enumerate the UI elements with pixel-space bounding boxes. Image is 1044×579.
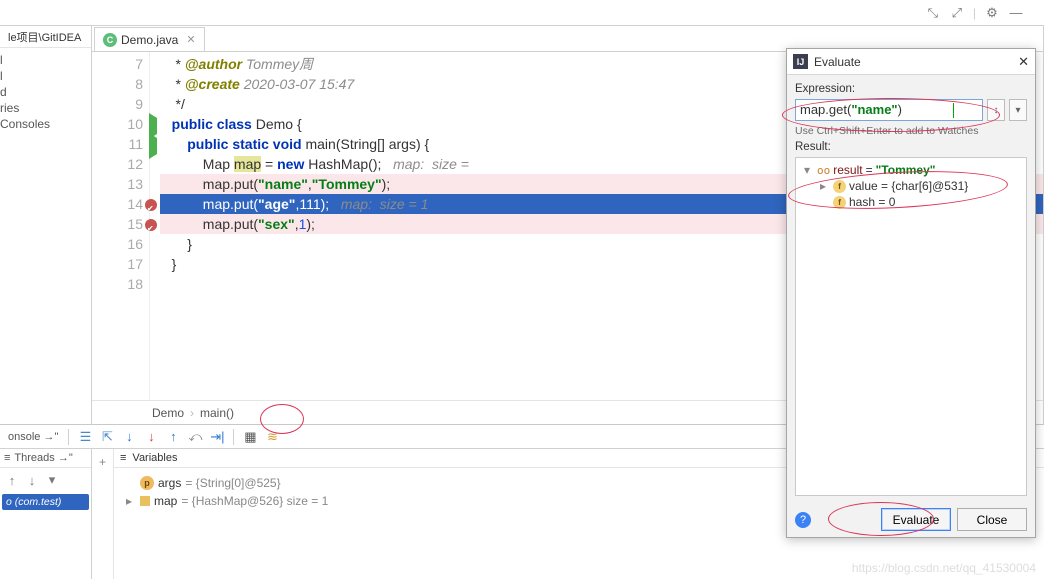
- console-tab[interactable]: onsole →": [0, 431, 66, 443]
- path-bar: le项目\GitIDEA: [0, 26, 91, 48]
- gear-icon[interactable]: ⚙: [984, 5, 1000, 21]
- tree-item[interactable]: Consoles: [0, 116, 89, 132]
- help-icon[interactable]: ?: [795, 512, 811, 528]
- hide-icon[interactable]: —: [1008, 5, 1024, 21]
- close-tab-icon[interactable]: ✕: [186, 33, 195, 46]
- drop-frame-icon[interactable]: ⤺: [187, 429, 203, 445]
- step-out-icon[interactable]: ↑: [165, 429, 181, 445]
- collapse-icon[interactable]: ⤡: [925, 5, 941, 21]
- force-step-into-icon[interactable]: ↓: [143, 429, 159, 445]
- expression-input[interactable]: map.get("name"): [795, 99, 983, 121]
- dialog-title: Evaluate: [814, 55, 1012, 69]
- expression-history-dropdown[interactable]: ▾: [1009, 99, 1027, 121]
- add-watch-button[interactable]: +: [92, 449, 114, 579]
- project-sidebar: le项目\GitIDEA l l d ries Consoles: [0, 26, 92, 424]
- evaluate-expression-icon[interactable]: ▦: [242, 429, 258, 445]
- breadcrumb-class[interactable]: Demo: [152, 406, 184, 420]
- intellij-icon: IJ: [793, 54, 808, 69]
- expression-label: Expression:: [795, 83, 1027, 95]
- layout-icon[interactable]: ☰: [77, 429, 93, 445]
- result-label: Result:: [795, 141, 1027, 153]
- tree-item[interactable]: d: [0, 84, 89, 100]
- result-tree[interactable]: ▾oo result = "Tommey" ▸f value = {char[6…: [795, 157, 1027, 496]
- step-into-icon[interactable]: ↓: [121, 429, 137, 445]
- tree-item[interactable]: l: [0, 68, 89, 84]
- next-frame-icon[interactable]: ↓: [24, 472, 40, 488]
- expression-expand-icon[interactable]: ↕: [987, 99, 1005, 121]
- expression-hint: Use Ctrl+Shift+Enter to add to Watches: [795, 125, 1027, 137]
- top-toolbar: ⤡ ⤢ | ⚙ —: [0, 0, 1044, 26]
- close-button[interactable]: Close: [957, 508, 1027, 531]
- prev-frame-icon[interactable]: ↑: [4, 472, 20, 488]
- run-to-cursor-icon[interactable]: ⇥|: [209, 429, 225, 445]
- step-over-icon[interactable]: ⇱: [99, 429, 115, 445]
- tree-item[interactable]: ries: [0, 100, 89, 116]
- trace-icon[interactable]: ≋: [264, 429, 280, 445]
- evaluate-dialog: IJ Evaluate ✕ Expression: map.get("name"…: [786, 48, 1036, 538]
- filter-frames-icon[interactable]: ▾: [44, 472, 60, 488]
- breadcrumb-method[interactable]: main(): [200, 406, 234, 420]
- tab-demo-java[interactable]: C Demo.java ✕: [94, 27, 205, 51]
- threads-header[interactable]: ≡Threads →": [0, 449, 91, 468]
- project-tree[interactable]: l l d ries Consoles: [0, 48, 91, 424]
- tree-item[interactable]: l: [0, 52, 89, 68]
- evaluate-button[interactable]: Evaluate: [881, 508, 951, 531]
- expand-icon[interactable]: ⤢: [949, 5, 965, 21]
- result-root[interactable]: ▾oo result = "Tommey": [800, 162, 1022, 178]
- close-dialog-icon[interactable]: ✕: [1018, 54, 1029, 70]
- tab-label: Demo.java: [121, 33, 178, 47]
- java-class-icon: C: [103, 33, 117, 47]
- stack-frame[interactable]: o (com.test): [2, 494, 89, 510]
